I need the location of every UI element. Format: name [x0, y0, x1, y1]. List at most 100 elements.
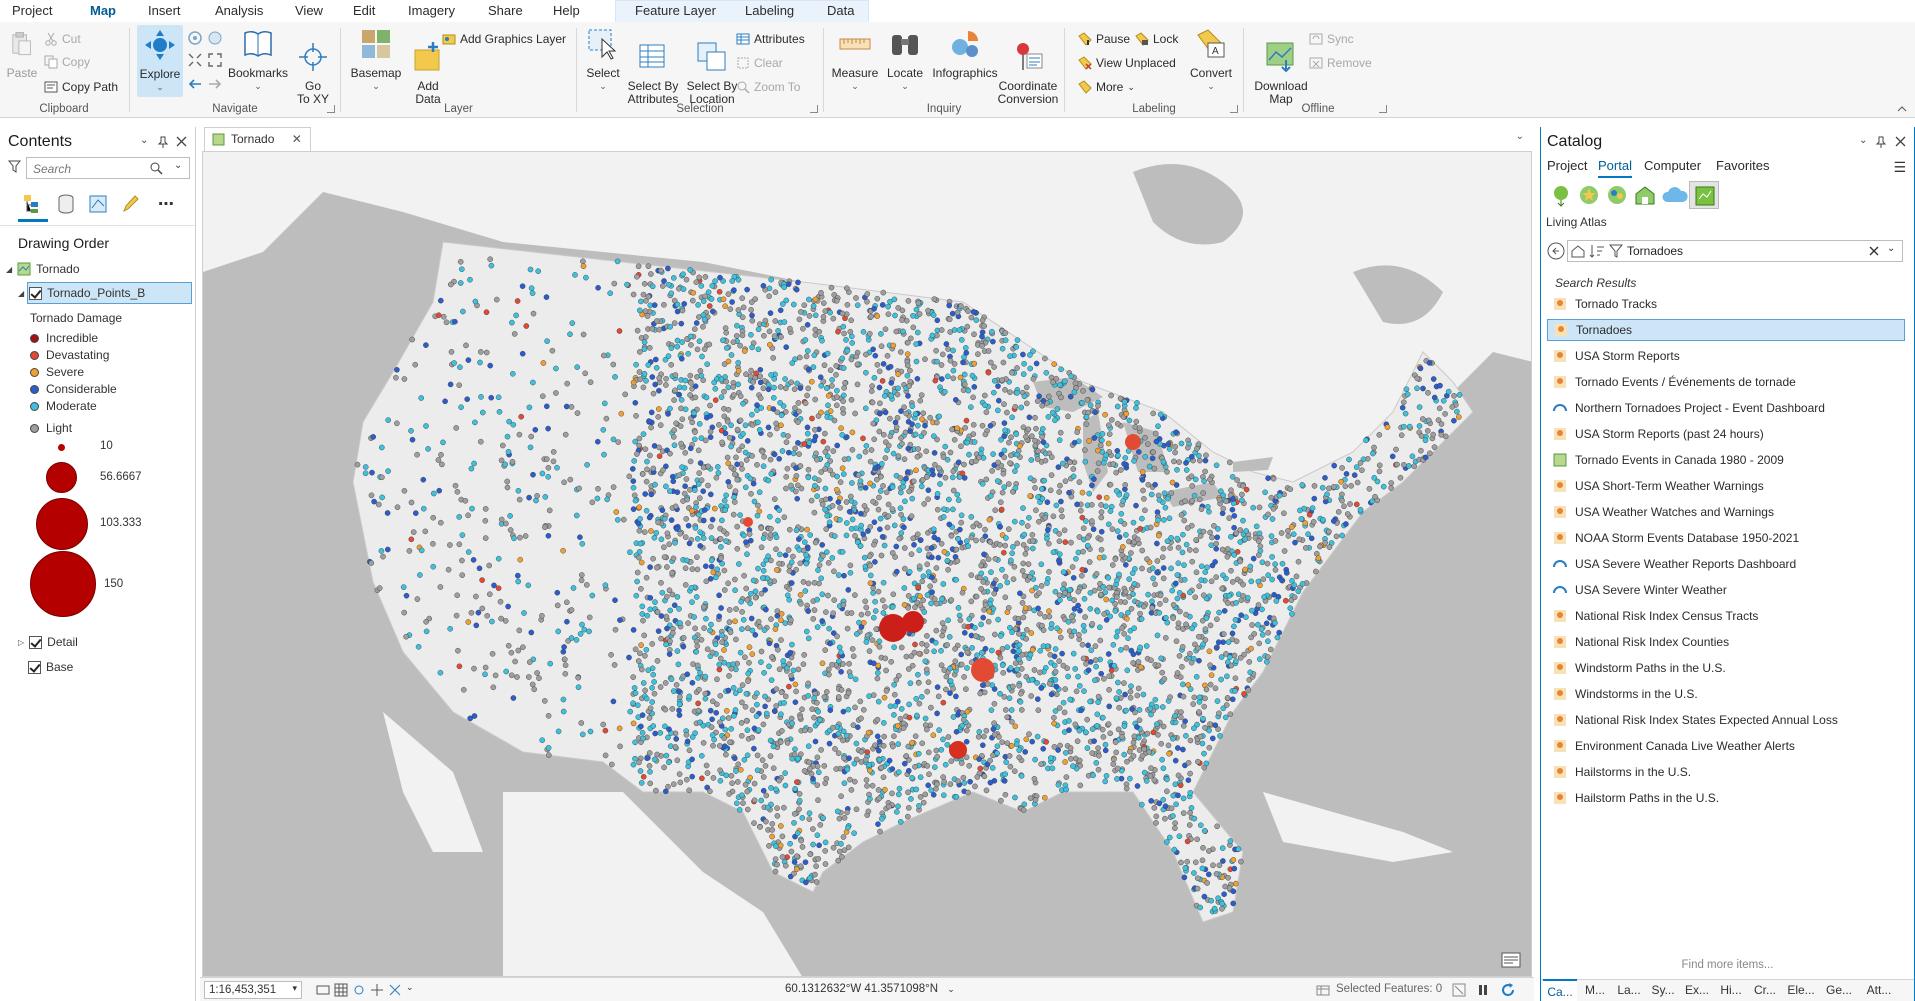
- collapse-ribbon-icon[interactable]: [1897, 104, 1907, 112]
- tab-data[interactable]: Data: [827, 3, 854, 18]
- copy-path-button[interactable]: Copy Path: [44, 78, 118, 96]
- filter-icon[interactable]: [8, 160, 21, 173]
- tornado-point: [1022, 749, 1029, 755]
- more-labeling-button[interactable]: More ⌄: [1078, 78, 1135, 96]
- collapse-triangle-icon[interactable]: ◢: [6, 265, 12, 274]
- detail-layer-item[interactable]: ▷ Detail: [0, 632, 195, 652]
- view-unplaced-button[interactable]: View Unplaced: [1078, 54, 1176, 72]
- tab-project[interactable]: Project: [12, 3, 52, 18]
- lock-labels-button[interactable]: Lock: [1135, 30, 1178, 48]
- more-options-icon[interactable]: ⋯: [158, 194, 174, 214]
- map-tab-tornado[interactable]: Tornado ✕: [204, 127, 311, 151]
- clear-selection-button[interactable]: Clear: [736, 54, 783, 72]
- search-icon[interactable]: [150, 162, 163, 175]
- tornado-point: [531, 686, 538, 693]
- tornado-point: [436, 487, 442, 494]
- close-icon[interactable]: [176, 136, 187, 147]
- search-options-chevron-icon[interactable]: ⌄: [174, 160, 182, 171]
- tab-analysis[interactable]: Analysis: [215, 3, 263, 18]
- offline-launcher-icon[interactable]: [1379, 105, 1387, 113]
- list-by-editing-icon[interactable]: [120, 193, 140, 215]
- tornado-point: [1106, 422, 1112, 429]
- zoom-to-layer-icon[interactable]: [207, 30, 223, 46]
- layer-visibility-checkbox[interactable]: [28, 660, 41, 674]
- copy-button[interactable]: Copy: [44, 53, 90, 71]
- pause-labeling-button[interactable]: Pause: [1078, 30, 1130, 48]
- tornado-point: [703, 762, 710, 769]
- fixed-zoom-out-icon[interactable]: [207, 52, 223, 68]
- zoom-to-selection-button[interactable]: Zoom To: [736, 78, 800, 96]
- measure-button[interactable]: Measure ⌄: [827, 27, 883, 93]
- tornado-point: [1209, 534, 1215, 541]
- next-extent-icon[interactable]: [207, 76, 223, 92]
- add-graphics-layer-button[interactable]: Add Graphics Layer: [442, 30, 566, 48]
- list-by-drawing-order-icon[interactable]: [22, 193, 44, 215]
- tornado-point: [818, 409, 824, 416]
- tab-list-chevron-icon[interactable]: ⌄: [1516, 131, 1524, 142]
- cut-button[interactable]: Cut: [44, 30, 81, 48]
- tab-labeling[interactable]: Labeling: [745, 3, 794, 18]
- download-map-button[interactable]: Download Map: [1249, 27, 1313, 106]
- close-icon[interactable]: ✕: [292, 132, 302, 146]
- tornado-point: [577, 534, 583, 541]
- pane-menu-chevron-icon[interactable]: ⌄: [140, 135, 148, 146]
- paste-button[interactable]: Paste: [2, 27, 42, 80]
- tornado-point: [841, 456, 848, 463]
- tab-view[interactable]: View: [295, 3, 323, 18]
- navigate-launcher-icon[interactable]: [327, 105, 335, 113]
- tab-help[interactable]: Help: [553, 3, 580, 18]
- sync-button[interactable]: Sync: [1309, 30, 1354, 48]
- list-by-data-source-icon[interactable]: [56, 193, 76, 215]
- bookmarks-button[interactable]: Bookmarks ⌄: [226, 27, 290, 93]
- layer-visibility-checkbox[interactable]: [29, 286, 43, 300]
- full-extent-icon[interactable]: [187, 30, 203, 46]
- tab-edit[interactable]: Edit: [353, 3, 375, 18]
- tornado-point: [911, 478, 917, 485]
- collapse-triangle-icon[interactable]: ◢: [18, 289, 24, 298]
- previous-extent-icon[interactable]: [187, 76, 203, 92]
- contents-search-input[interactable]: Search: [26, 157, 190, 179]
- tab-imagery[interactable]: Imagery: [408, 3, 455, 18]
- base-layer-item[interactable]: Base: [0, 657, 195, 677]
- tornado-point: [1324, 491, 1330, 498]
- legend-label: Severe: [46, 365, 85, 379]
- tornado-point: [1080, 622, 1087, 629]
- remove-offline-button[interactable]: Remove: [1309, 54, 1372, 72]
- pin-icon[interactable]: [157, 136, 169, 148]
- tornado-point: [919, 740, 926, 747]
- list-by-selection-icon[interactable]: [88, 193, 108, 215]
- map-tree-item[interactable]: ◢ Tornado: [0, 259, 195, 279]
- navigate-group-label: Navigate: [212, 103, 258, 115]
- tab-map[interactable]: Map: [88, 3, 118, 24]
- map-canvas[interactable]: [202, 151, 1532, 977]
- go-to-xy-button[interactable]: Go To XY: [291, 27, 335, 106]
- tornado-point: [728, 726, 735, 732]
- tornado-point: [490, 684, 497, 691]
- bookmarks-label: Bookmarks: [227, 66, 289, 80]
- infographics-button[interactable]: Infographics: [929, 27, 1001, 80]
- tab-feature-layer[interactable]: Feature Layer: [635, 3, 716, 18]
- tornado-point: [860, 435, 866, 442]
- tornado-point: [784, 740, 791, 746]
- convert-labels-button[interactable]: A Convert ⌄: [1184, 27, 1238, 93]
- explore-button[interactable]: Explore ⌄: [137, 25, 183, 97]
- attributes-label: Attributes: [754, 32, 805, 46]
- tab-insert[interactable]: Insert: [148, 3, 181, 18]
- attributes-button[interactable]: Attributes: [736, 30, 805, 48]
- locate-button[interactable]: Locate ⌄: [880, 27, 930, 93]
- labeling-launcher-icon[interactable]: [1230, 105, 1238, 113]
- tornado-point: [1030, 538, 1036, 544]
- select-by-location-button[interactable]: Select By Location: [683, 27, 741, 106]
- tornado-point: [714, 701, 720, 708]
- tornado-point: [932, 764, 938, 771]
- tornado-point: [933, 565, 940, 571]
- selection-launcher-icon[interactable]: [810, 105, 818, 113]
- layer-visibility-checkbox[interactable]: [29, 635, 43, 649]
- expand-triangle-icon[interactable]: ▷: [18, 638, 24, 647]
- select-by-attributes-button[interactable]: Select By Attributes: [623, 27, 683, 106]
- coordinate-conversion-button[interactable]: Coordinate Conversion: [995, 27, 1061, 106]
- tab-share[interactable]: Share: [488, 3, 523, 18]
- fixed-zoom-in-icon[interactable]: [187, 52, 203, 68]
- select-button[interactable]: Select ⌄: [578, 27, 628, 93]
- basemap-button[interactable]: Basemap ⌄: [345, 27, 407, 93]
